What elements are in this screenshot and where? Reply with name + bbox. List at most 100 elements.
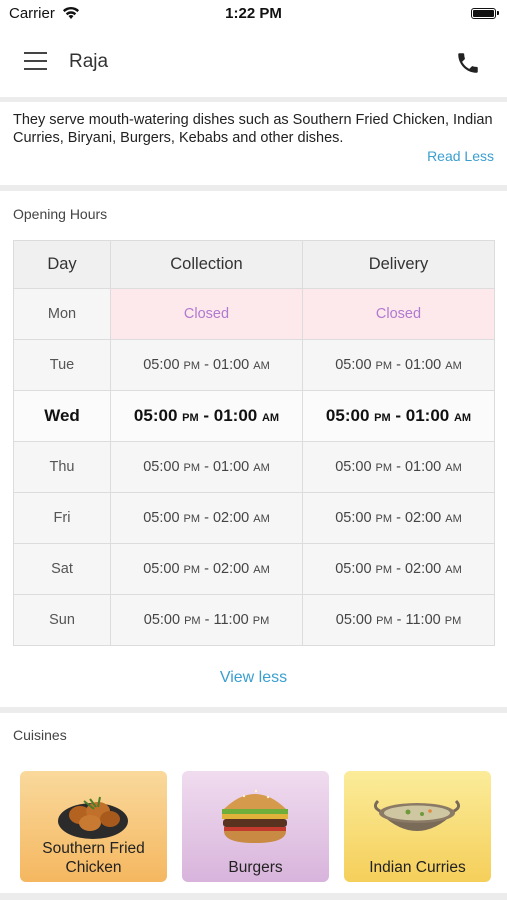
menu-icon[interactable]: [24, 52, 47, 70]
open-ampm: PM: [375, 564, 393, 576]
cuisine-card-burgers[interactable]: Burgers: [182, 771, 329, 882]
close-time: 02:00: [404, 510, 442, 526]
column-header-day: Day: [13, 240, 111, 289]
day-cell: Sat: [13, 543, 111, 595]
column-header-collection: Collection: [110, 240, 303, 289]
time-separator: -: [198, 406, 214, 425]
divider: [0, 185, 507, 191]
nav-bar: Raja: [0, 28, 507, 96]
collection-hours-cell: 05:00 PM - 01:00 AM: [110, 390, 303, 442]
open-time: 05:00: [143, 612, 181, 628]
clock: 1:22 PM: [225, 5, 282, 22]
open-ampm: PM: [375, 360, 393, 372]
close-time: 11:00: [213, 612, 249, 628]
open-time: 05:00: [143, 459, 180, 475]
collection-hours-cell: 05:00 PM - 01:00 AM: [110, 339, 303, 391]
restaurant-description: They serve mouth-watering dishes such as…: [13, 112, 493, 146]
open-time: 05:00: [335, 612, 373, 628]
time-separator: -: [200, 561, 213, 577]
collection-hours-cell: 05:00 PM - 02:00 AM: [110, 492, 303, 544]
open-ampm: PM: [375, 513, 393, 525]
open-time: 05:00: [335, 459, 372, 475]
table-header-row: Day Collection Delivery: [13, 240, 495, 289]
column-header-delivery: Delivery: [302, 240, 495, 289]
open-ampm: PM: [374, 412, 391, 424]
collection-hours-cell: Closed: [110, 288, 303, 340]
delivery-hours-cell: Closed: [302, 288, 495, 340]
close-ampm: AM: [253, 513, 270, 525]
close-ampm: AM: [253, 462, 270, 474]
time-separator: -: [392, 459, 405, 475]
time-separator: -: [392, 612, 406, 628]
read-less-link[interactable]: Read Less: [427, 148, 494, 164]
cuisine-label: Indian Curries: [369, 859, 466, 876]
hours-row-wed: Wed 05:00 PM - 01:00 AM 05:00 PM - 01:00 A…: [13, 390, 495, 442]
delivery-hours-cell: 05:00 PM - 02:00 AM: [302, 543, 495, 595]
open-ampm: PM: [376, 615, 393, 627]
close-time: 01:00: [404, 357, 442, 373]
delivery-hours-cell: 05:00 PM - 01:00 AM: [302, 390, 495, 442]
divider: [0, 97, 507, 102]
time-separator: -: [200, 510, 213, 526]
close-ampm: PM: [252, 615, 270, 627]
open-time: 05:00: [335, 357, 372, 373]
divider: [0, 707, 507, 713]
close-ampm: AM: [261, 412, 280, 424]
close-ampm: AM: [445, 564, 462, 576]
time-separator: -: [392, 510, 405, 526]
close-ampm: AM: [445, 513, 462, 525]
time-separator: -: [392, 561, 405, 577]
hours-row-sat: Sat 05:00 PM - 02:00 AM 05:00 PM - 02:00 A…: [13, 543, 495, 595]
close-ampm: AM: [253, 360, 270, 372]
time-separator: -: [390, 406, 406, 425]
close-ampm: AM: [445, 360, 462, 372]
hours-row-sun: Sun 05:00 PM - 11:00 PM 05:00 PM - 11:00 P…: [13, 594, 495, 646]
view-less-link[interactable]: View less: [0, 669, 507, 687]
close-ampm: AM: [253, 564, 270, 576]
close-time: 01:00: [404, 459, 442, 475]
close-ampm: AM: [445, 462, 462, 474]
time-separator: -: [200, 357, 213, 373]
time-separator: -: [200, 459, 213, 475]
cuisine-card-indian-curries[interactable]: Indian Curries: [344, 771, 491, 882]
phone-icon[interactable]: [455, 50, 481, 76]
collection-hours-cell: 05:00 PM - 02:00 AM: [110, 543, 303, 595]
close-time: 01:00: [213, 406, 258, 425]
close-ampm: AM: [453, 412, 472, 424]
cuisine-list: Southern Fried Chicken Burgers Indian Cu…: [20, 771, 491, 882]
day-cell: Wed: [13, 390, 111, 442]
day-cell: Sun: [13, 594, 111, 646]
delivery-hours-cell: 05:00 PM - 01:00 AM: [302, 339, 495, 391]
day-cell: Thu: [13, 441, 111, 493]
day-cell: Fri: [13, 492, 111, 544]
close-time: 01:00: [212, 459, 250, 475]
hours-row-thu: Thu 05:00 PM - 01:00 AM 05:00 PM - 01:00 A…: [13, 441, 495, 493]
day-cell: Tue: [13, 339, 111, 391]
delivery-hours-cell: 05:00 PM - 01:00 AM: [302, 441, 495, 493]
open-ampm: PM: [183, 462, 201, 474]
open-time: 05:00: [325, 406, 370, 425]
opening-hours-table: Day Collection Delivery Mon Closed Closed T…: [13, 240, 495, 646]
open-ampm: PM: [182, 412, 199, 424]
open-time: 05:00: [143, 510, 180, 526]
cuisine-label: Southern Fried Chicken: [42, 840, 145, 876]
open-time: 05:00: [335, 561, 372, 577]
close-time: 02:00: [212, 561, 250, 577]
open-ampm: PM: [183, 513, 201, 525]
open-time: 05:00: [335, 510, 372, 526]
delivery-hours-cell: 05:00 PM - 11:00 PM: [302, 594, 495, 646]
close-time: 01:00: [405, 406, 450, 425]
close-time: 01:00: [212, 357, 250, 373]
divider: [0, 893, 507, 900]
collection-hours-cell: 05:00 PM - 11:00 PM: [110, 594, 303, 646]
collection-hours-cell: 05:00 PM - 01:00 AM: [110, 441, 303, 493]
battery-icon: [471, 8, 499, 19]
close-time: 02:00: [212, 510, 250, 526]
status-bar: Carrier 1:22 PM: [0, 0, 507, 28]
opening-hours-heading: Opening Hours: [13, 206, 108, 222]
cuisine-card-southern-fried-chicken[interactable]: Southern Fried Chicken: [20, 771, 167, 882]
cuisine-label: Burgers: [228, 859, 283, 876]
hours-row-fri: Fri 05:00 PM - 02:00 AM 05:00 PM - 02:00 A…: [13, 492, 495, 544]
time-separator: -: [392, 357, 405, 373]
time-separator: -: [200, 612, 214, 628]
